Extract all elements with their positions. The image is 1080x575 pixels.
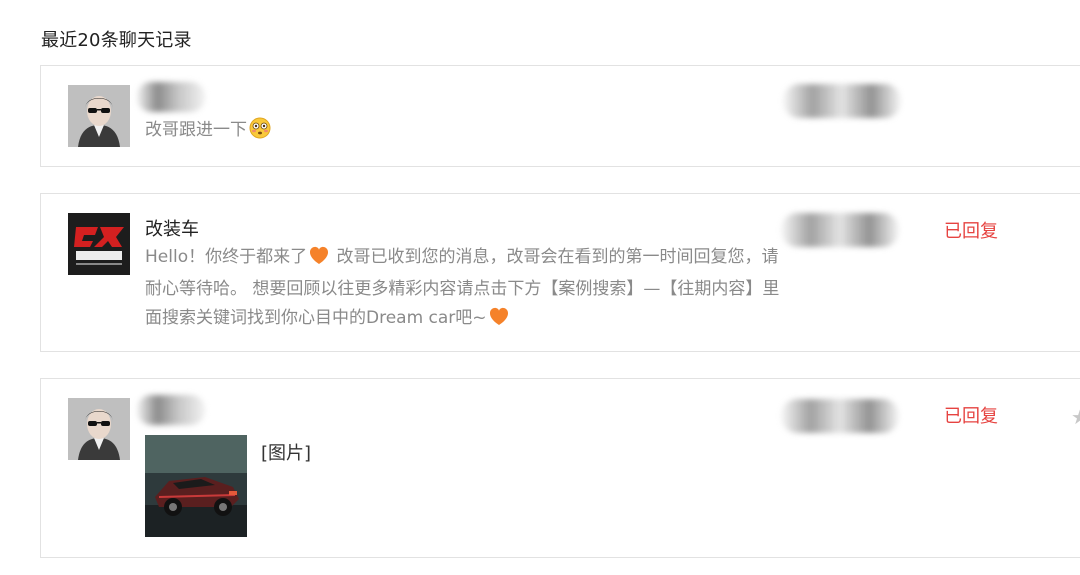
orange-heart-icon bbox=[308, 246, 330, 275]
message-text: Hello！你终于都来了 改哥已收到您的消息，改哥会在看到的第一时间回复您，请耐… bbox=[145, 243, 785, 336]
user-avatar[interactable] bbox=[68, 85, 130, 147]
message-text: 改哥跟进一下 bbox=[145, 116, 271, 149]
sender-name[interactable]: 改装车 bbox=[145, 215, 199, 241]
replied-status: 已回复 bbox=[944, 406, 998, 427]
user-avatar[interactable] bbox=[68, 398, 130, 460]
section-title: 最近20条聊天记录 bbox=[41, 30, 192, 51]
user-avatar-photo bbox=[68, 398, 130, 460]
message-text-part-1: Hello！你终于都来了 bbox=[145, 247, 308, 267]
orange-heart-icon bbox=[488, 307, 510, 336]
gaizhuangche-logo-icon bbox=[68, 213, 130, 275]
sender-name-redacted bbox=[137, 82, 205, 112]
flushed-face-icon bbox=[249, 117, 271, 149]
car-photo-icon bbox=[145, 435, 247, 537]
image-label: [图片] bbox=[261, 443, 312, 464]
chat-record-item[interactable]: 改装车 Hello！你终于都来了 改哥已收到您的消息，改哥会在看到的第一时间回复… bbox=[40, 193, 1080, 352]
image-thumbnail[interactable] bbox=[145, 435, 247, 537]
chat-record-item[interactable]: [图片] 已回复 ★ bbox=[40, 378, 1080, 558]
chat-record-item[interactable]: 改哥跟进一下 bbox=[40, 65, 1080, 167]
replied-status: 已回复 bbox=[944, 221, 998, 242]
message-text-content: 改哥跟进一下 bbox=[145, 120, 247, 140]
user-avatar-photo bbox=[68, 85, 130, 147]
brand-avatar[interactable] bbox=[68, 213, 130, 275]
timestamp-redacted bbox=[781, 213, 899, 247]
timestamp-redacted bbox=[781, 399, 899, 433]
timestamp-redacted bbox=[783, 84, 901, 118]
sender-name-redacted bbox=[137, 395, 205, 425]
star-icon[interactable]: ★ bbox=[1071, 405, 1080, 429]
